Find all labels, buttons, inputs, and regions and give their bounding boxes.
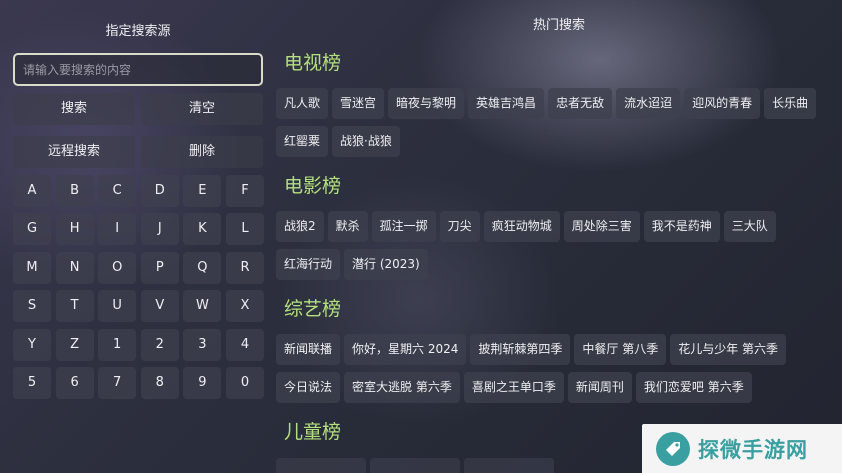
hot-search-chip[interactable]: 今日说法 (276, 372, 341, 403)
key-n[interactable]: N (55, 251, 94, 284)
key-y[interactable]: Y (13, 328, 51, 361)
hot-search-title: 热门搜索 (532, 18, 585, 33)
hot-search-chip[interactable]: 忠者无敌 (548, 88, 613, 119)
key-x[interactable]: X (226, 290, 264, 323)
tv-row-1: 凡人歌 雪迷宫 暗夜与黎明 英雄吉鸿昌 忠者无敌 流水迢迢 迎风的青春 长乐曲 (276, 88, 817, 119)
key-s[interactable]: S (13, 290, 51, 323)
hot-search-chip[interactable]: 喜剧之王单口季 (463, 372, 564, 403)
hot-search-chip[interactable]: 三大队 (723, 211, 776, 242)
key-9[interactable]: 9 (183, 367, 222, 399)
key-1[interactable]: 1 (98, 328, 137, 361)
remote-search-button[interactable]: 远程搜索 (13, 136, 135, 168)
hot-search-chip[interactable]: 长乐曲 (764, 88, 817, 119)
hot-search-chip[interactable]: 刀尖 (439, 211, 480, 242)
hot-search-chip[interactable]: 花儿与少年 第六季 (670, 334, 787, 365)
hot-search-chip[interactable]: 新闻周刊 (567, 372, 632, 403)
hot-search-chip[interactable]: 密室大逃脱 第六季 (344, 372, 460, 403)
key-a[interactable]: A (13, 175, 51, 207)
key-3[interactable]: 3 (183, 328, 222, 361)
search-input[interactable] (13, 53, 263, 86)
movie-row-1: 战狼2 默杀 孤注一掷 刀尖 疯狂动物城 周处除三害 我不是药神 三大队 (276, 211, 776, 242)
hot-search-chip[interactable]: 周处除三害 (563, 211, 640, 242)
key-u[interactable]: U (98, 290, 137, 323)
hot-search-chip[interactable]: 英雄吉鸿昌 (468, 88, 545, 119)
key-j[interactable]: J (140, 213, 179, 246)
watermark-text: 探微手游网 (698, 437, 808, 462)
key-5[interactable]: 5 (13, 367, 51, 399)
key-r[interactable]: R (226, 251, 264, 284)
section-title-tv: 电视榜 (284, 52, 342, 74)
key-e[interactable]: E (183, 175, 222, 207)
key-4[interactable]: 4 (226, 328, 264, 361)
hot-search-chip[interactable]: 披荆斩棘第四季 (470, 334, 571, 365)
section-title-kids: 儿童榜 (284, 421, 342, 443)
key-0[interactable]: 0 (226, 367, 264, 399)
hot-search-chip[interactable]: 潜行 (2023) (344, 249, 428, 280)
search-source-title[interactable]: 指定搜索源 (0, 20, 276, 39)
hot-search-chip[interactable]: 孤注一掷 (371, 211, 436, 242)
hot-search-chip[interactable]: 我不是药神 (643, 211, 720, 242)
section-title-variety: 综艺榜 (284, 298, 342, 320)
chip-placeholder (276, 458, 366, 473)
key-c[interactable]: C (98, 175, 137, 207)
key-f[interactable]: F (226, 175, 264, 207)
chip-placeholder (464, 458, 554, 473)
hot-search-chip[interactable]: 红罂粟 (276, 126, 329, 157)
key-z[interactable]: Z (55, 328, 94, 361)
hot-search-panel: 热门搜索 电视榜 凡人歌 雪迷宫 暗夜与黎明 英雄吉鸿昌 忠者无敌 流水迢迢 迎风的青春 长乐… (276, 0, 842, 473)
key-p[interactable]: P (140, 251, 179, 284)
key-w[interactable]: W (183, 290, 222, 323)
key-o[interactable]: O (98, 251, 137, 284)
key-k[interactable]: K (183, 213, 222, 246)
key-d[interactable]: D (140, 175, 179, 207)
hot-search-chip[interactable]: 雪迷宫 (332, 88, 385, 119)
hot-search-chip[interactable]: 流水迢迢 (616, 88, 681, 119)
key-q[interactable]: Q (183, 251, 222, 284)
clear-button[interactable]: 清空 (141, 93, 263, 125)
variety-row-1: 新闻联播 你好，星期六 2024 披荆斩棘第四季 中餐厅 第八季 花儿与少年 第六季 (276, 334, 787, 365)
key-l[interactable]: L (226, 213, 264, 246)
hot-search-chip[interactable]: 凡人歌 (276, 88, 329, 119)
key-2[interactable]: 2 (140, 328, 179, 361)
hot-search-chip[interactable]: 红海行动 (276, 249, 341, 280)
hot-search-chip[interactable]: 战狼·战狼 (332, 126, 400, 157)
watermark: 探微手游网 (642, 424, 842, 473)
hot-search-chip[interactable]: 我们恋爱吧 第六季 (635, 372, 752, 403)
watermark-logo-icon (656, 431, 690, 466)
movie-row-2: 红海行动 潜行 (2023) (276, 249, 428, 280)
key-t[interactable]: T (55, 290, 94, 323)
hot-search-chip[interactable]: 默杀 (327, 211, 368, 242)
search-panel: 指定搜索源 搜索 清空 远程搜索 删除 ABCDEF GHIJKL MNOPQR ST… (0, 0, 276, 473)
kids-row-partial (276, 458, 554, 473)
chip-placeholder (370, 458, 460, 473)
key-h[interactable]: H (55, 213, 94, 246)
tv-row-2: 红罂粟 战狼·战狼 (276, 126, 400, 157)
key-i[interactable]: I (98, 213, 137, 246)
hot-search-chip[interactable]: 新闻联播 (276, 334, 341, 365)
variety-row-2: 今日说法 密室大逃脱 第六季 喜剧之王单口季 新闻周刊 我们恋爱吧 第六季 (276, 372, 752, 403)
hot-search-chip[interactable]: 中餐厅 第八季 (574, 334, 667, 365)
hot-search-chip[interactable]: 战狼2 (276, 211, 324, 242)
key-v[interactable]: V (140, 290, 179, 323)
key-m[interactable]: M (13, 251, 51, 284)
key-8[interactable]: 8 (140, 367, 179, 399)
key-b[interactable]: B (55, 175, 94, 207)
search-button[interactable]: 搜索 (13, 93, 135, 125)
key-g[interactable]: G (13, 213, 51, 246)
key-7[interactable]: 7 (98, 367, 137, 399)
hot-search-chip[interactable]: 暗夜与黎明 (388, 88, 465, 119)
hot-search-chip[interactable]: 迎风的青春 (684, 88, 761, 119)
hot-search-chip[interactable]: 你好，星期六 2024 (344, 334, 467, 365)
key-6[interactable]: 6 (55, 367, 94, 399)
section-title-movie: 电影榜 (284, 175, 342, 197)
delete-button[interactable]: 删除 (141, 136, 263, 168)
hot-search-chip[interactable]: 疯狂动物城 (483, 211, 560, 242)
